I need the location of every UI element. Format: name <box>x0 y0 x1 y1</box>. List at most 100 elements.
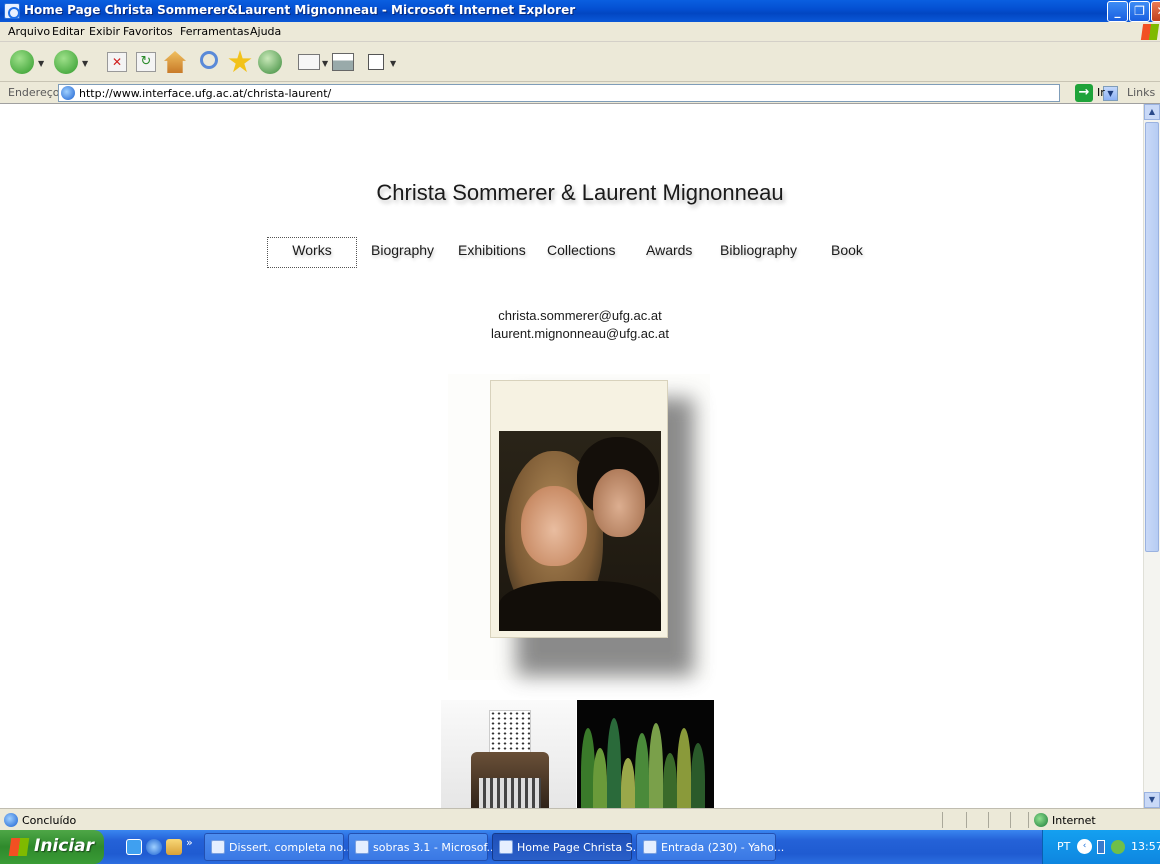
zone-text: Internet <box>1052 814 1096 827</box>
refresh-icon[interactable]: ↻ <box>136 52 156 72</box>
typewriter-keys <box>479 778 541 808</box>
leaf <box>607 718 621 808</box>
home-icon[interactable] <box>164 51 186 73</box>
leaf <box>593 748 607 808</box>
quick-launch-more-icon[interactable]: » <box>186 836 193 849</box>
windows-logo-icon <box>1140 24 1160 40</box>
start-button[interactable]: Iniciar <box>0 830 104 864</box>
maximize-button[interactable]: ❐ <box>1129 1 1150 22</box>
stop-icon[interactable]: ✕ <box>107 52 127 72</box>
history-icon[interactable] <box>258 50 282 74</box>
forward-dropdown-icon[interactable]: ▼ <box>82 59 88 68</box>
leaf <box>621 758 635 808</box>
typewriter-thumbnail[interactable] <box>441 700 576 808</box>
minimize-button[interactable]: _ <box>1107 1 1128 22</box>
address-url[interactable]: http://www.interface.ufg.ac.at/christa-l… <box>79 87 331 100</box>
word-doc-icon <box>355 840 369 854</box>
scroll-up-arrow-icon[interactable]: ▲ <box>1144 104 1160 120</box>
print-icon[interactable] <box>332 53 354 71</box>
menu-editar[interactable]: Editar <box>52 25 85 38</box>
windows-logo-icon <box>8 838 30 856</box>
typewriter-paper <box>489 710 531 754</box>
email-christa[interactable]: christa.sommerer@ufg.ac.at <box>0 308 1160 323</box>
leaf <box>649 723 663 808</box>
status-divider <box>966 812 967 828</box>
tray-expand-icon[interactable]: ‹ <box>1077 839 1092 854</box>
tray-network-icon[interactable] <box>1111 840 1125 854</box>
word-doc-icon <box>211 840 225 854</box>
vertical-scrollbar[interactable]: ▲ ▼ <box>1143 104 1160 808</box>
task-entrada[interactable]: Entrada (230) - Yaho... <box>636 833 784 861</box>
links-button[interactable]: Links <box>1127 86 1155 99</box>
leaf <box>677 728 691 808</box>
system-tray: PT ‹ 13:57 <box>1042 830 1160 864</box>
menu-bar: Arquivo Editar Exibir Favoritos Ferramen… <box>0 22 1160 42</box>
edit-dropdown-icon[interactable]: ▼ <box>390 59 396 68</box>
task-dissert[interactable]: Dissert. completa no... <box>204 833 353 861</box>
task-label: Home Page Christa S... <box>517 841 644 854</box>
go-button[interactable]: Ir <box>1097 86 1105 99</box>
address-bar: Endereço http://www.interface.ufg.ac.at/… <box>0 82 1160 104</box>
address-dropdown-icon[interactable]: ▼ <box>1103 86 1118 101</box>
mail-dropdown-icon[interactable]: ▼ <box>322 59 328 68</box>
taskbar: Iniciar » Dissert. completa no... sobras… <box>0 830 1160 864</box>
done-page-icon <box>4 813 18 827</box>
shoulders <box>499 581 661 631</box>
go-arrow-icon[interactable]: → <box>1075 84 1093 102</box>
nav-bibliography[interactable]: Bibliography <box>720 242 797 258</box>
menu-ferramentas[interactable]: Ferramentas <box>180 25 249 38</box>
ie-icon <box>4 3 20 19</box>
folder-icon[interactable] <box>166 839 182 855</box>
plants-thumbnail[interactable] <box>577 700 714 808</box>
mail-icon[interactable] <box>298 54 320 70</box>
toolbar: ▼ ▼ ✕ ↻ ▼ ▼ <box>0 42 1160 82</box>
window-title: Home Page Christa Sommerer&Laurent Migno… <box>24 3 576 17</box>
internet-zone-icon <box>1034 813 1048 827</box>
show-desktop-icon[interactable] <box>126 839 142 855</box>
task-home-page[interactable]: Home Page Christa S... <box>492 833 643 861</box>
clock: 13:57 <box>1131 840 1160 853</box>
close-button[interactable]: ✕ <box>1151 1 1160 22</box>
menu-favoritos[interactable]: Favoritos <box>123 25 173 38</box>
browser-window: Home Page Christa Sommerer&Laurent Migno… <box>0 0 1160 864</box>
status-divider <box>1028 812 1029 828</box>
nav-exhibitions[interactable]: Exhibitions <box>458 242 526 258</box>
task-sobras[interactable]: sobras 3.1 - Microsof... <box>348 833 497 861</box>
status-text: Concluído <box>22 814 77 827</box>
start-label: Iniciar <box>34 836 95 856</box>
menu-exibir[interactable]: Exibir <box>89 25 120 38</box>
nav-biography[interactable]: Biography <box>371 242 434 258</box>
photo-image <box>499 431 661 631</box>
leaf <box>691 743 705 808</box>
scroll-thumb[interactable] <box>1145 122 1159 552</box>
menu-arquivo[interactable]: Arquivo <box>8 25 50 38</box>
favorites-icon[interactable] <box>228 50 252 73</box>
scroll-down-arrow-icon[interactable]: ▼ <box>1144 792 1160 808</box>
back-icon[interactable] <box>10 50 34 74</box>
status-divider <box>942 812 943 828</box>
nav-works[interactable]: Works <box>267 237 357 268</box>
nav-book[interactable]: Book <box>831 242 863 258</box>
nav-collections[interactable]: Collections <box>547 242 615 258</box>
status-divider <box>988 812 989 828</box>
back-dropdown-icon[interactable]: ▼ <box>38 59 44 68</box>
face-right <box>593 469 645 537</box>
nav-awards[interactable]: Awards <box>646 242 692 258</box>
face-left <box>521 486 587 566</box>
title-bar[interactable]: Home Page Christa Sommerer&Laurent Migno… <box>0 0 1160 22</box>
search-icon[interactable] <box>200 51 218 69</box>
address-input[interactable]: http://www.interface.ufg.ac.at/christa-l… <box>58 84 1118 102</box>
portrait-photo <box>490 380 668 638</box>
internet-explorer-icon[interactable] <box>146 839 162 855</box>
page-content: Christa Sommerer & Laurent Mignonneau Wo… <box>0 104 1160 808</box>
task-label: sobras 3.1 - Microsof... <box>373 841 498 854</box>
forward-icon[interactable] <box>54 50 78 74</box>
edit-icon[interactable] <box>368 54 384 70</box>
status-divider <box>1010 812 1011 828</box>
tray-usb-icon[interactable] <box>1097 840 1105 854</box>
address-label: Endereço <box>8 86 60 99</box>
menu-ajuda[interactable]: Ajuda <box>250 25 281 38</box>
language-indicator[interactable]: PT <box>1057 840 1070 853</box>
email-laurent[interactable]: laurent.mignonneau@ufg.ac.at <box>0 326 1160 341</box>
task-label: Entrada (230) - Yaho... <box>661 841 785 854</box>
